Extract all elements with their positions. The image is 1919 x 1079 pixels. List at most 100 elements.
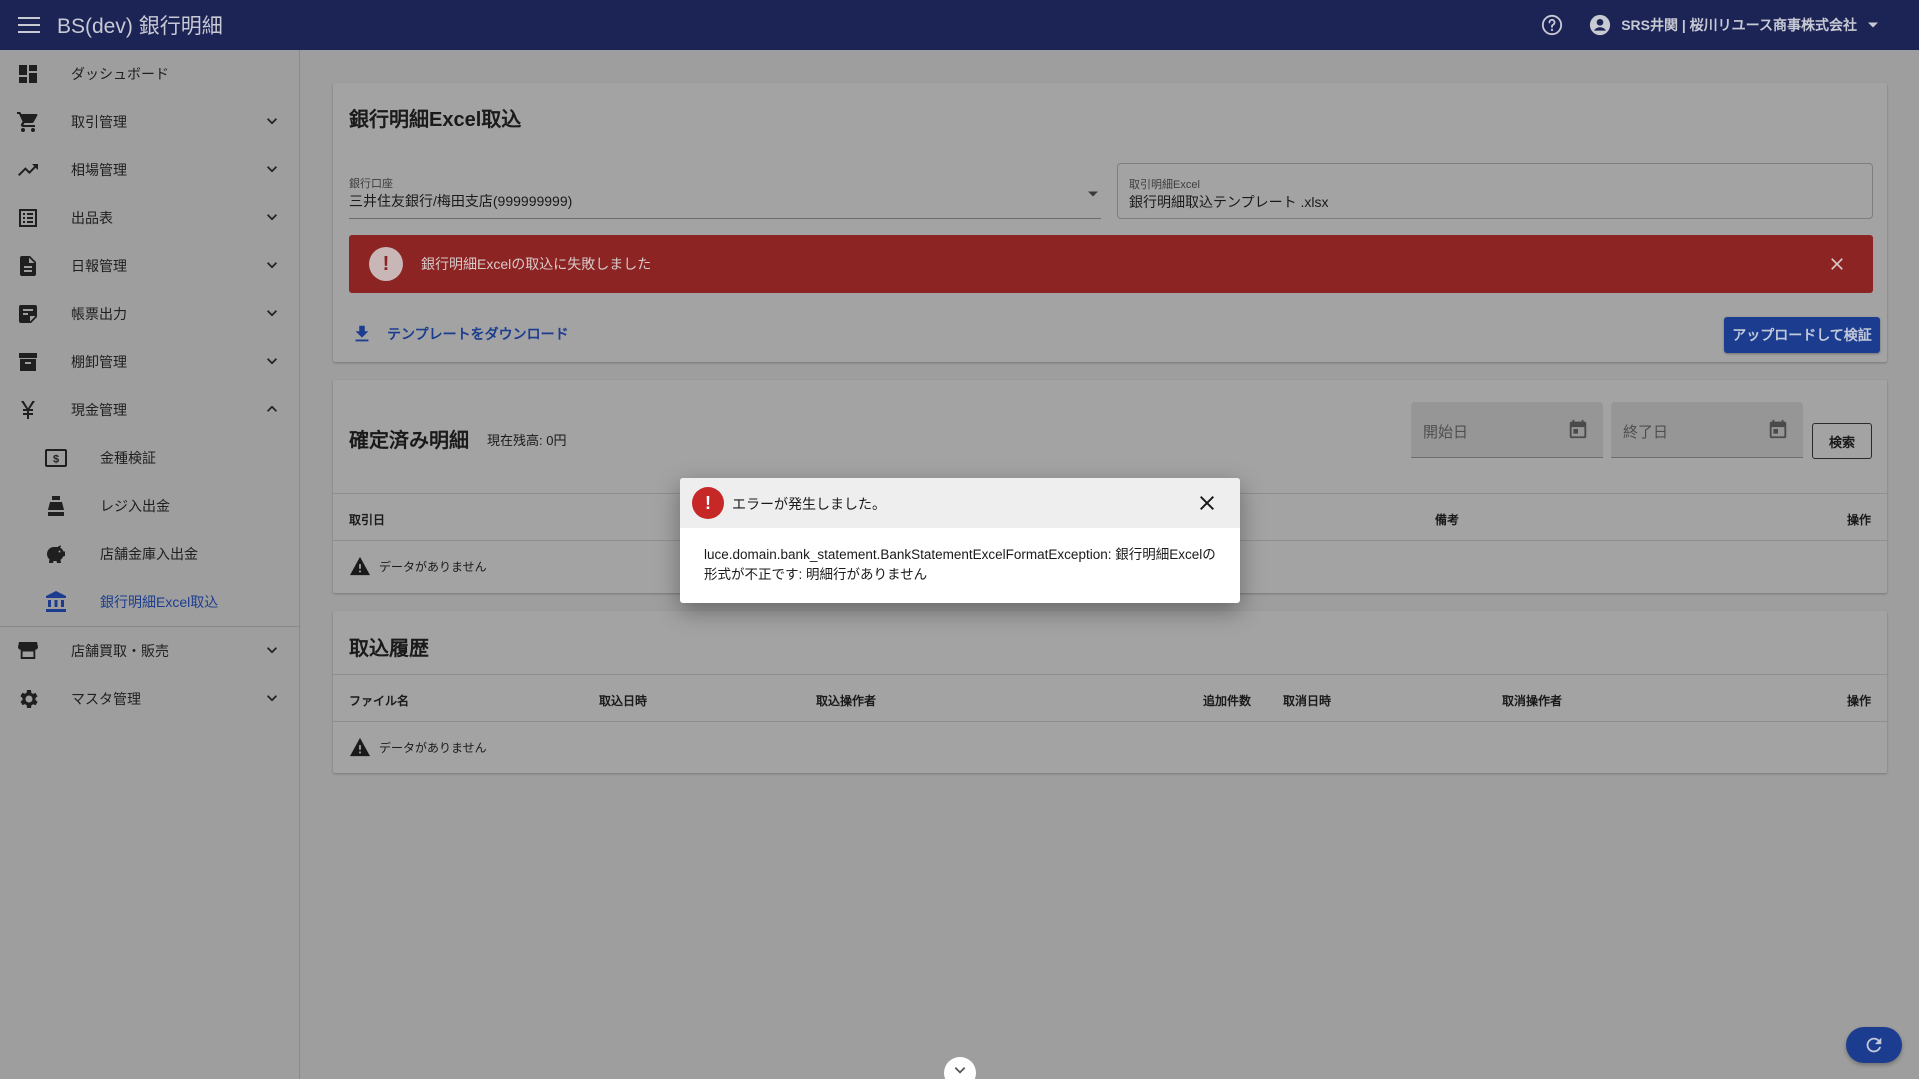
- sidebar-item-inventory[interactable]: 棚卸管理: [0, 338, 299, 386]
- sidebar-item-label: 取引管理: [71, 114, 127, 130]
- upload-verify-button[interactable]: アップロードして検証: [1724, 317, 1880, 353]
- dialog-message: luce.domain.bank_statement.BankStatement…: [704, 547, 1216, 582]
- bank-account-label: 銀行口座: [349, 178, 393, 190]
- dialog-header: ! エラーが発生しました。: [680, 478, 1240, 528]
- empty-row: データがありません: [349, 737, 487, 757]
- warning-icon: [349, 556, 371, 576]
- sidebar-item-label: 店舗買取・販売: [71, 643, 169, 659]
- sidebar-subitem-denomination[interactable]: $ 金種検証: [0, 434, 299, 482]
- confirmed-title: 確定済み明細: [349, 430, 469, 452]
- chevron-down-icon: [953, 1063, 967, 1077]
- document-icon: [16, 254, 40, 278]
- bank-icon: [44, 590, 68, 614]
- start-date-field[interactable]: 開始日: [1411, 402, 1603, 458]
- sidebar-item-label: 銀行明細Excel取込: [100, 594, 219, 610]
- import-title: 銀行明細Excel取込: [349, 109, 522, 131]
- sidebar-item-label: 帳票出力: [71, 306, 127, 322]
- chevron-down-icon: [262, 159, 282, 182]
- column-header[interactable]: ファイル名: [349, 692, 409, 709]
- dashboard-icon: [16, 62, 40, 86]
- chevron-down-icon: [262, 303, 282, 326]
- svg-text:$: $: [53, 454, 59, 466]
- column-header[interactable]: 取消日時: [1283, 692, 1331, 709]
- note-icon: [16, 302, 40, 326]
- app-title: BS(dev) 銀行明細: [57, 15, 223, 38]
- column-header[interactable]: 備考: [1435, 511, 1459, 528]
- sidebar-subitem-register[interactable]: レジ入出金: [0, 482, 299, 530]
- end-date-field[interactable]: 終了日: [1611, 402, 1803, 458]
- download-template-label: テンプレートをダウンロード: [387, 326, 569, 342]
- column-header[interactable]: 取消操作者: [1502, 692, 1562, 709]
- warning-icon: [349, 737, 371, 757]
- error-icon: !: [692, 487, 724, 519]
- bank-account-select[interactable]: 銀行口座 三井住友銀行/梅田支店(999999999): [349, 163, 1101, 219]
- chevron-down-icon: [1867, 21, 1879, 29]
- sidebar-item-store[interactable]: 店舗買取・販売: [0, 627, 299, 675]
- search-button[interactable]: 検索: [1812, 423, 1872, 459]
- calendar-icon[interactable]: [1567, 418, 1589, 445]
- error-dialog: ! エラーが発生しました。 luce.domain.bank_statement…: [680, 478, 1240, 603]
- column-header[interactable]: 追加件数: [1203, 692, 1251, 709]
- calendar-icon[interactable]: [1767, 418, 1789, 445]
- archive-icon: [16, 350, 40, 374]
- sidebar-item-label: 相場管理: [71, 162, 127, 178]
- column-header[interactable]: 取込操作者: [816, 692, 876, 709]
- store-icon: [16, 639, 40, 663]
- close-icon[interactable]: [1827, 254, 1847, 279]
- sidebar-subitem-bank-excel[interactable]: 銀行明細Excel取込: [0, 578, 299, 626]
- sidebar-item-label: 日報管理: [71, 258, 127, 274]
- sidebar-item-market[interactable]: 相場管理: [0, 146, 299, 194]
- trending-up-icon: [16, 158, 40, 182]
- excel-file-label: 取引明細Excel: [1129, 179, 1200, 191]
- cart-icon: [16, 110, 40, 134]
- download-template-link[interactable]: テンプレートをダウンロード: [351, 323, 569, 345]
- sidebar-item-label: 棚卸管理: [71, 354, 127, 370]
- chevron-down-icon: [262, 640, 282, 663]
- close-icon[interactable]: [1195, 491, 1219, 520]
- sidebar-item-label: 現金管理: [71, 402, 127, 418]
- current-balance: 現在残高: 0円: [487, 433, 567, 448]
- empty-row: データがありません: [349, 556, 487, 576]
- sidebar-item-label: マスタ管理: [71, 691, 141, 707]
- register-icon: [44, 494, 68, 518]
- end-date-placeholder: 終了日: [1623, 424, 1669, 441]
- sidebar-item-master[interactable]: マスタ管理: [0, 675, 299, 723]
- sidebar-item-label: ダッシュボード: [71, 66, 169, 82]
- user-menu[interactable]: SRS井関 | 桜川リユース商事株式会社: [1589, 14, 1879, 36]
- column-header: 操作: [1847, 513, 1872, 527]
- sidebar-item-daily-report[interactable]: 日報管理: [0, 242, 299, 290]
- column-header: 操作: [1847, 694, 1872, 708]
- sidebar-item-cash[interactable]: 現金管理: [0, 386, 299, 434]
- help-icon[interactable]: [1541, 14, 1563, 36]
- sidebar-item-listing[interactable]: 出品表: [0, 194, 299, 242]
- column-header[interactable]: 取込日時: [599, 692, 647, 709]
- sidebar-subitem-vault[interactable]: 店舗金庫入出金: [0, 530, 299, 578]
- chevron-down-icon: [262, 111, 282, 134]
- menu-icon[interactable]: [15, 11, 43, 39]
- refresh-icon: [1863, 1034, 1885, 1056]
- sidebar-item-label: レジ入出金: [100, 498, 170, 514]
- sidebar-item-reports[interactable]: 帳票出力: [0, 290, 299, 338]
- sidebar-item-transactions[interactable]: 取引管理: [0, 98, 299, 146]
- empty-text: データがありません: [379, 559, 487, 574]
- scroll-down-button[interactable]: [944, 1057, 976, 1079]
- bank-account-value: 三井住友銀行/梅田支店(999999999): [349, 193, 573, 209]
- piggy-bank-icon: [44, 542, 68, 566]
- sidebar-item-label: 出品表: [71, 210, 113, 226]
- download-icon: [351, 323, 373, 345]
- yen-icon: [16, 398, 40, 422]
- import-card: 銀行明細Excel取込 銀行口座 三井住友銀行/梅田支店(999999999) …: [333, 83, 1887, 362]
- dialog-title: エラーが発生しました。: [732, 496, 886, 512]
- app-bar: BS(dev) 銀行明細 SRS井関 | 桜川リユース商事株式会社: [0, 0, 1919, 50]
- dropdown-arrow-icon: [1087, 185, 1099, 203]
- sidebar-item-dashboard[interactable]: ダッシュボード: [0, 50, 299, 98]
- error-icon: !: [369, 247, 403, 281]
- sidebar-item-label: 金種検証: [100, 450, 156, 466]
- excel-file-value: 銀行明細取込テンプレート .xlsx: [1129, 194, 1329, 210]
- refresh-button[interactable]: [1846, 1027, 1902, 1063]
- history-card: 取込履歴 ファイル名 取込日時 取込操作者 追加件数 取消日時 取消操作者 操作…: [333, 611, 1887, 773]
- excel-file-input[interactable]: 取引明細Excel 銀行明細取込テンプレート .xlsx: [1117, 163, 1873, 219]
- chevron-down-icon: [262, 351, 282, 374]
- column-header[interactable]: 取引日: [349, 511, 385, 528]
- money-icon: $: [44, 446, 68, 470]
